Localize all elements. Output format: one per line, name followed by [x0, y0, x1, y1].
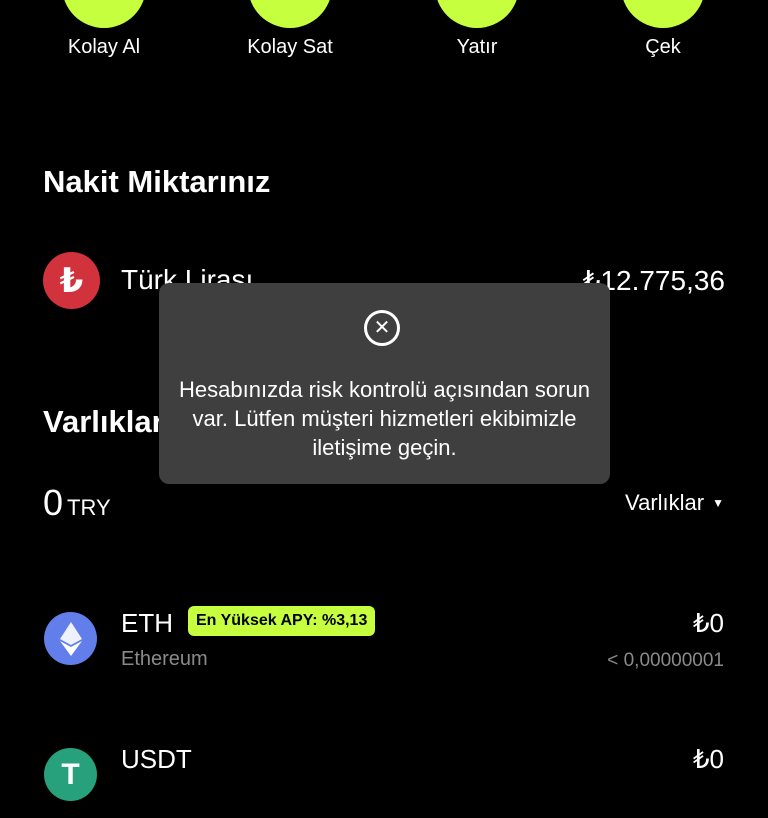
asset-row-usdt[interactable]: T USDT ₺0 — [44, 744, 724, 818]
quick-actions: Kolay Al Kolay Sat Yatır Çek — [0, 0, 768, 80]
assets-total-currency: TRY — [67, 495, 111, 520]
turkish-lira-icon: ₺ — [43, 252, 100, 309]
asset-value: ₺0 — [692, 608, 724, 638]
assets-filter-label: Varlıklar — [625, 490, 705, 515]
yatir-button[interactable]: Yatır — [397, 0, 557, 59]
caret-down-icon: ▼ — [712, 496, 724, 510]
tether-icon: T — [44, 748, 97, 801]
asset-value: ₺0 — [692, 744, 724, 774]
asset-symbol: ETH — [121, 608, 173, 638]
assets-total: 0 TRY — [43, 482, 111, 524]
cek-button[interactable]: Çek — [583, 0, 743, 59]
asset-row-eth[interactable]: ETH En Yüksek APY: %3,13 Ethereum ₺0 < 0… — [44, 606, 724, 682]
risk-alert-modal: ✕ Hesabınızda risk kontrolü açısından so… — [159, 283, 610, 484]
kolay-al-button[interactable]: Kolay Al — [24, 0, 184, 59]
apy-badge: En Yüksek APY: %3,13 — [188, 606, 376, 636]
asset-sub-value: < 0,00000001 — [607, 650, 724, 671]
ethereum-icon — [44, 612, 97, 665]
kolay-al-label: Kolay Al — [67, 36, 141, 58]
close-circle-icon[interactable]: ✕ — [364, 310, 400, 346]
cek-label: Çek — [645, 36, 681, 58]
cek-icon — [621, 0, 705, 28]
cash-section-title: Nakit Miktarınız — [43, 164, 271, 199]
yatir-icon — [435, 0, 519, 28]
kolay-sat-button[interactable]: Kolay Sat — [210, 0, 370, 59]
assets-filter-dropdown[interactable]: Varlıklar ▼ — [625, 490, 724, 516]
kolay-sat-icon — [248, 0, 332, 28]
kolay-sat-label: Kolay Sat — [247, 36, 333, 58]
kolay-al-icon — [62, 0, 146, 28]
asset-symbol: USDT — [121, 744, 192, 774]
yatir-label: Yatır — [456, 36, 498, 58]
asset-name: Ethereum — [121, 648, 208, 670]
assets-section-title: Varlıklar — [43, 404, 164, 439]
assets-total-value: 0 — [43, 482, 64, 523]
risk-alert-message: Hesabınızda risk kontrolü açısından soru… — [179, 377, 590, 460]
